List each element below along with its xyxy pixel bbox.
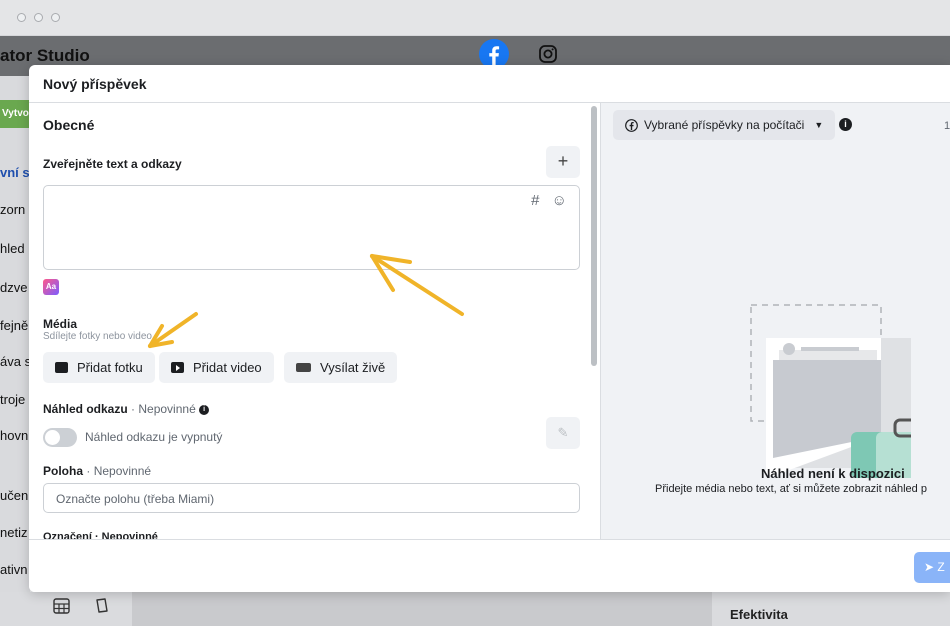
maximize-window-button[interactable] xyxy=(51,13,60,22)
hashtag-emoji-icons[interactable]: # ☺ xyxy=(531,192,571,209)
link-preview-label: Náhled odkazu · Nepovinné i xyxy=(43,402,210,416)
book-icon[interactable] xyxy=(95,598,109,614)
info-icon[interactable]: i xyxy=(199,404,210,415)
text-format-icon[interactable]: Aa xyxy=(43,279,59,295)
sidebar-item[interactable]: netiz xyxy=(0,525,30,540)
sidebar-item[interactable]: áva s xyxy=(0,354,30,369)
sidebar-item[interactable]: vní st xyxy=(0,165,30,180)
sidebar-item[interactable]: ativn xyxy=(0,562,30,577)
new-post-modal: Nový příspěvek Obecné Zveřejněte text a … xyxy=(29,65,950,592)
background-sidebar xyxy=(0,76,30,626)
add-photo-label: Přidat fotku xyxy=(77,360,143,375)
modal-header: Nový příspěvek xyxy=(29,65,950,103)
preview-select-label: Vybrané příspěvky na počítači xyxy=(644,118,805,132)
close-window-button[interactable] xyxy=(17,13,26,22)
go-live-label: Vysílat živě xyxy=(320,360,386,375)
sidebar-item[interactable]: hovn xyxy=(0,428,30,443)
sidebar-item[interactable]: učen xyxy=(0,488,30,503)
efektivita-heading: Efektivita xyxy=(730,607,788,622)
go-live-button[interactable]: Vysílat živě xyxy=(284,352,398,383)
link-preview-toggle[interactable] xyxy=(43,428,77,447)
preview-unavailable-title: Náhled není k dispozici xyxy=(761,466,905,481)
facebook-small-icon xyxy=(625,118,638,132)
create-post-button[interactable]: Vytvo xyxy=(0,100,30,128)
location-input[interactable]: Označte polohu (třeba Miami) xyxy=(43,483,580,513)
preview-counter: 1 xyxy=(944,120,950,132)
video-icon xyxy=(171,362,184,373)
modal-footer: ➤ Z xyxy=(29,539,950,592)
preview-placement-select[interactable]: Vybrané příspěvky na počítači ▼ xyxy=(613,110,836,140)
media-label: Média xyxy=(43,317,78,331)
sidebar-item[interactable]: troje xyxy=(0,392,30,407)
table-icon[interactable] xyxy=(53,598,70,614)
info-icon[interactable]: i xyxy=(839,118,852,131)
preview-unavailable-subtitle: Přidejte média nebo text, ať si můžete z… xyxy=(655,483,927,495)
add-video-button[interactable]: Přidat video xyxy=(159,352,274,383)
preview-illustration xyxy=(750,304,911,478)
sidebar-item[interactable]: hled xyxy=(0,241,30,256)
send-icon: ➤ xyxy=(924,560,935,574)
add-video-label: Přidat video xyxy=(193,360,262,375)
location-label: Poloha · Nepovinné xyxy=(43,464,152,478)
media-sublabel: Sdílejte fotky nebo video xyxy=(43,331,152,342)
window-titlebar xyxy=(0,0,950,36)
post-text-input[interactable]: # ☺ xyxy=(43,185,580,270)
sidebar-item[interactable]: zorn xyxy=(0,202,30,217)
publish-button[interactable]: ➤ Z xyxy=(914,552,950,583)
minimize-window-button[interactable] xyxy=(34,13,43,22)
edit-link-button[interactable]: ✎ xyxy=(546,417,580,449)
preview-pane: Vybrané příspěvky na počítači ▼ i 1 Náhl… xyxy=(601,103,950,539)
modal-title: Nový příspěvek xyxy=(43,76,147,92)
general-heading: Obecné xyxy=(43,117,95,133)
chevron-down-icon: ▼ xyxy=(814,120,824,130)
publish-text-label: Zveřejněte text a odkazy xyxy=(43,157,182,171)
sidebar-item[interactable]: dzve xyxy=(0,280,30,295)
form-scrollbar[interactable] xyxy=(591,106,597,366)
background-main-area xyxy=(132,592,712,626)
app-title: ator Studio xyxy=(0,46,90,65)
live-icon xyxy=(296,363,311,372)
post-form-pane[interactable]: Obecné Zveřejněte text a odkazy + # ☺ Aa… xyxy=(29,103,599,539)
add-content-button[interactable]: + xyxy=(546,146,580,178)
add-photo-button[interactable]: Přidat fotku xyxy=(43,352,155,383)
link-preview-toggle-label: Náhled odkazu je vypnutý xyxy=(85,430,223,444)
tag-label: Označení · Nepovinné xyxy=(43,531,158,539)
photo-icon xyxy=(55,362,68,373)
sidebar-item[interactable]: fejně xyxy=(0,318,30,333)
instagram-icon[interactable] xyxy=(538,44,558,64)
publish-button-label: Z xyxy=(937,560,945,574)
